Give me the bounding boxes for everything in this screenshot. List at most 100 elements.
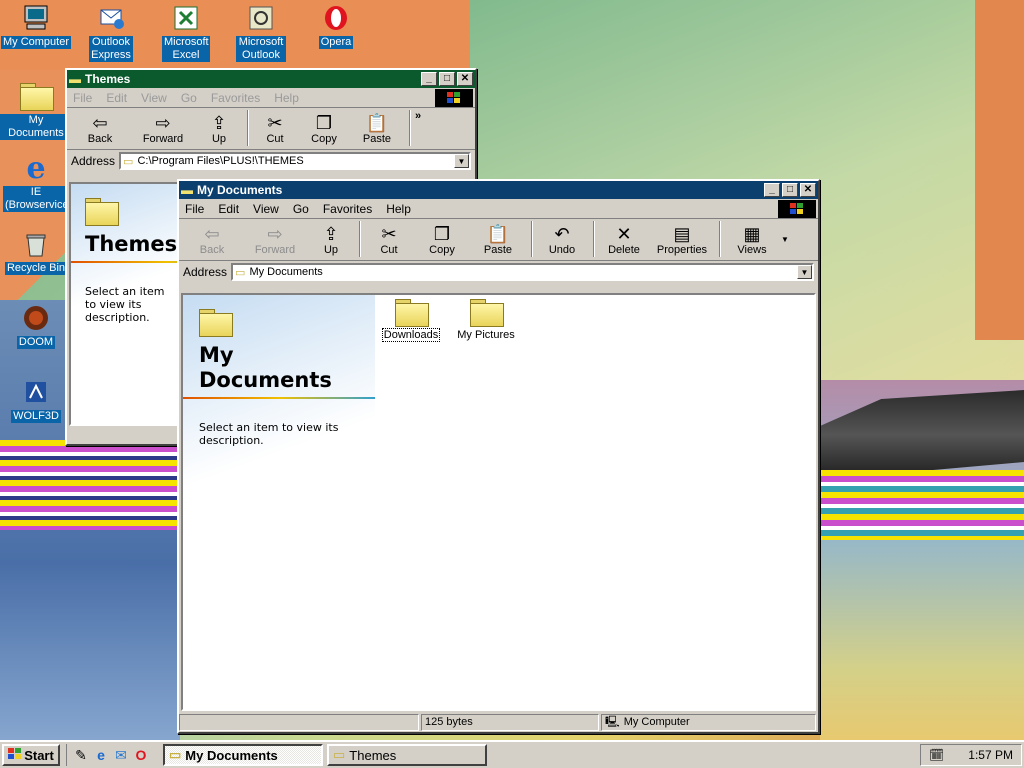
paste-button[interactable]: 📋 Paste xyxy=(471,221,525,259)
themes-toolbar: ⇦ Back ⇨ Forward ⇪ Up ✂ Cut ❐ Copy 📋 Paste » xyxy=(67,108,475,150)
delete-x-icon: ✕ xyxy=(616,224,632,244)
up-button[interactable]: ⇪ Up xyxy=(309,221,353,259)
desktop-icon-my-documents[interactable]: My Documents xyxy=(0,80,72,140)
panel-description: Select an item to view its description. xyxy=(199,421,339,447)
copy-button[interactable]: ❐ Copy xyxy=(415,221,469,259)
forward-button[interactable]: ⇨ Forward xyxy=(131,110,195,148)
menu-go[interactable]: Go xyxy=(181,91,197,105)
desktop-icon-outlook-express[interactable]: Outlook Express xyxy=(75,2,147,62)
menu-edit[interactable]: Edit xyxy=(218,202,239,216)
folder-icon xyxy=(20,80,54,112)
menu-edit[interactable]: Edit xyxy=(106,91,127,105)
address-input[interactable]: ▭ My Documents ▼ xyxy=(231,263,814,281)
copy-button[interactable]: ❐ Copy xyxy=(299,110,349,148)
maximize-button[interactable]: □ xyxy=(439,72,455,86)
clipboard-icon: 📋 xyxy=(365,113,389,133)
paste-button[interactable]: 📋 Paste xyxy=(351,110,403,148)
divider xyxy=(183,397,375,399)
close-button[interactable]: ✕ xyxy=(457,72,473,86)
dropdown-arrow-icon[interactable]: ▼ xyxy=(454,154,469,168)
forward-arrow-icon: ⇨ xyxy=(155,113,171,133)
scissors-icon: ✂ xyxy=(267,113,283,133)
delete-button[interactable]: ✕ Delete xyxy=(599,221,649,259)
outlook-express-icon xyxy=(95,2,127,34)
windows-logo-icon xyxy=(778,200,816,218)
task-my-documents[interactable]: ▭ My Documents xyxy=(163,744,323,766)
folder-icon: ▬ xyxy=(69,72,81,86)
scheduler-icon[interactable]: 🗓 xyxy=(929,748,944,762)
excel-icon xyxy=(170,2,202,34)
properties-button[interactable]: ▤ Properties xyxy=(651,221,713,259)
properties-icon: ▤ xyxy=(673,224,691,244)
panel-title-line2: Documents xyxy=(199,368,332,392)
folder-icon: ▭ xyxy=(333,747,346,762)
folder-icon: ▬ xyxy=(181,183,193,197)
cut-button[interactable]: ✂ Cut xyxy=(253,110,297,148)
close-button[interactable]: ✕ xyxy=(800,183,816,197)
desktop-icon-recycle-bin[interactable]: Recycle Bin xyxy=(0,228,72,275)
opera-icon xyxy=(320,2,352,34)
panel-description: Select an item to view its description. xyxy=(85,285,165,324)
folder-item-my-pictures[interactable]: My Pictures xyxy=(451,299,521,341)
status-pane-empty xyxy=(179,713,419,731)
menu-help[interactable]: Help xyxy=(386,202,411,216)
desktop-icon-wolf3d[interactable]: WOLF3D xyxy=(0,376,72,423)
views-button[interactable]: ▦ Views xyxy=(725,221,779,259)
desktop-icon-opera[interactable]: Opera xyxy=(300,2,372,49)
undo-button[interactable]: ↶ Undo xyxy=(537,221,587,259)
desktop-icon-outlook[interactable]: Microsoft Outlook xyxy=(225,2,297,62)
menu-favorites[interactable]: Favorites xyxy=(323,202,372,216)
my-documents-window[interactable]: ▬ My Documents _ □ ✕ File Edit View Go F… xyxy=(177,179,820,734)
my-documents-info-panel: My Documents Select an item to view its … xyxy=(183,295,375,709)
ie-icon[interactable]: e xyxy=(91,747,111,763)
menu-file[interactable]: File xyxy=(73,91,92,105)
status-size: 125 bytes xyxy=(421,713,599,731)
scissors-icon: ✂ xyxy=(381,224,397,244)
maximize-button[interactable]: □ xyxy=(782,183,798,197)
menu-file[interactable]: File xyxy=(185,202,204,216)
desktop-icon-ie[interactable]: e IE (Browservice) xyxy=(0,151,72,212)
panel-title-line1: My xyxy=(199,343,234,367)
address-input[interactable]: ▭ C:\Program Files\PLUS!\THEMES ▼ xyxy=(119,152,471,170)
themes-address-bar: Address ▭ C:\Program Files\PLUS!\THEMES … xyxy=(67,150,475,172)
views-dropdown-icon[interactable]: ▼ xyxy=(781,235,789,244)
start-button[interactable]: Start xyxy=(2,744,60,766)
copy-icon: ❐ xyxy=(315,113,333,133)
outlook-express-icon[interactable]: ✉ xyxy=(111,747,131,764)
views-icon: ▦ xyxy=(743,224,761,244)
my-documents-address-bar: Address ▭ My Documents ▼ xyxy=(179,261,818,283)
back-arrow-icon: ⇦ xyxy=(92,113,108,133)
desktop-icon-my-computer[interactable]: My Computer xyxy=(0,2,72,49)
status-zone: 🖳 My Computer xyxy=(601,713,816,731)
forward-button[interactable]: ⇨ Forward xyxy=(243,221,307,259)
up-button[interactable]: ⇪ Up xyxy=(197,110,241,148)
cut-button[interactable]: ✂ Cut xyxy=(365,221,413,259)
clock[interactable]: 1:57 PM xyxy=(968,748,1013,762)
task-themes[interactable]: ▭ Themes xyxy=(327,744,487,766)
themes-titlebar[interactable]: ▬ Themes _ □ ✕ xyxy=(67,70,475,88)
menu-view[interactable]: View xyxy=(253,202,279,216)
menu-favorites[interactable]: Favorites xyxy=(211,91,260,105)
my-documents-titlebar[interactable]: ▬ My Documents _ □ ✕ xyxy=(179,181,818,199)
desktop-icon-excel[interactable]: Microsoft Excel xyxy=(150,2,222,62)
menu-help[interactable]: Help xyxy=(274,91,299,105)
toolbar-overflow-icon[interactable]: » xyxy=(415,110,421,122)
back-button[interactable]: ⇦ Back xyxy=(183,221,241,259)
folder-icon: ▭ xyxy=(235,266,246,279)
minimize-button[interactable]: _ xyxy=(421,72,437,86)
outlook-icon xyxy=(245,2,277,34)
folder-item-downloads[interactable]: Downloads xyxy=(376,299,446,342)
desktop-icon-doom[interactable]: DOOM xyxy=(0,302,72,349)
back-arrow-icon: ⇦ xyxy=(204,224,220,244)
themes-menubar: File Edit View Go Favorites Help xyxy=(67,88,475,108)
menu-view[interactable]: View xyxy=(141,91,167,105)
recycle-bin-icon xyxy=(20,228,52,260)
menu-go[interactable]: Go xyxy=(293,202,309,216)
show-desktop-icon[interactable]: ✎ xyxy=(71,747,91,764)
taskbar: Start ✎ e ✉ O ▭ My Documents ▭ Themes 🗓 … xyxy=(0,740,1024,768)
dropdown-arrow-icon[interactable]: ▼ xyxy=(797,265,812,279)
folder-icon xyxy=(85,198,119,226)
minimize-button[interactable]: _ xyxy=(764,183,780,197)
opera-icon[interactable]: O xyxy=(131,747,151,763)
back-button[interactable]: ⇦ Back xyxy=(71,110,129,148)
